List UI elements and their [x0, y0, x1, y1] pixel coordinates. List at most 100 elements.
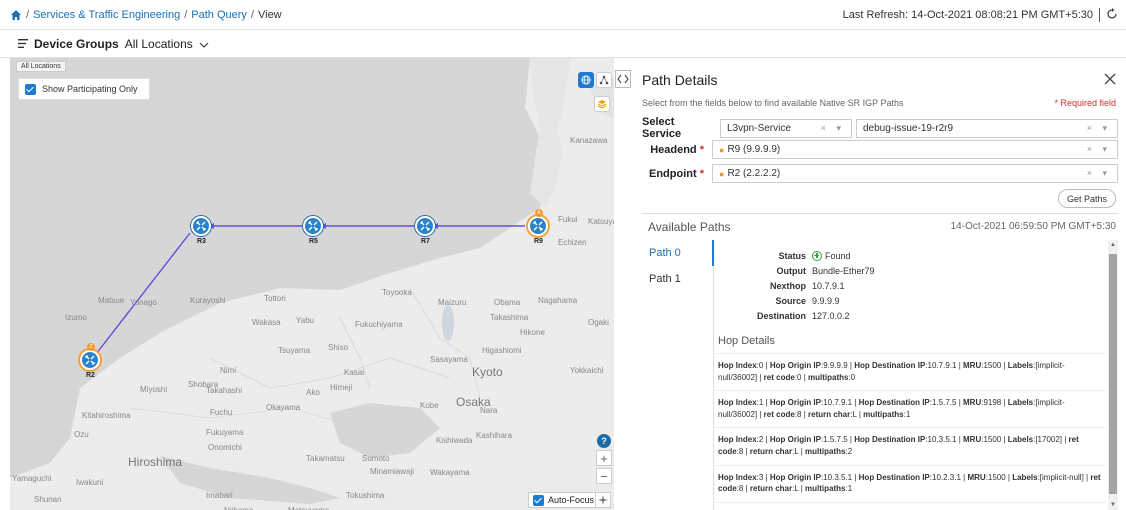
map-place-label: Okayama — [266, 403, 301, 412]
topology-icon[interactable] — [596, 72, 612, 88]
zoom-in-button[interactable]: + — [596, 450, 612, 466]
service-name-select[interactable]: debug-issue-19-r2r9 × ▾ — [856, 118, 1118, 138]
get-paths-button[interactable]: Get Paths — [1057, 189, 1116, 208]
map-place-label: Tsuyama — [278, 346, 311, 355]
map-place-label: Kanazawa — [570, 136, 608, 145]
endpoint-row: Endpoint * ● R2 (2.2.2.2) × ▾ — [642, 164, 1118, 183]
headend-label: Headend * — [650, 143, 704, 156]
recenter-icon[interactable] — [595, 492, 611, 508]
map-place-label: Kyoto — [472, 365, 503, 379]
auto-focus-toggle[interactable]: Auto-Focus — [528, 492, 600, 508]
path-details-panel: Path Details Select from the fields belo… — [632, 58, 1126, 510]
map-place-label: Ogaki — [588, 318, 609, 327]
map-place-label: Shobara — [188, 380, 219, 389]
refresh-icon[interactable] — [1106, 7, 1118, 23]
zoom-out-button[interactable]: − — [596, 468, 612, 484]
breadcrumb-current: View — [257, 8, 282, 21]
help-icon[interactable]: ? — [597, 434, 611, 448]
source-row: Source 9.9.9.9 — [775, 295, 840, 306]
show-participating-label: Show Participating Only — [42, 84, 138, 94]
map-place-label: Katsuyama — [588, 217, 614, 226]
map-place-label: Shiso — [328, 343, 349, 352]
device-groups-label: Device Groups — [34, 36, 119, 51]
endpoint-badge: A — [535, 209, 543, 217]
map-place-label: Nagahama — [538, 296, 578, 305]
scroll-up-icon[interactable]: ▲ — [1108, 242, 1118, 248]
breadcrumb-services[interactable]: Services & Traffic Engineering — [33, 9, 180, 21]
endpoint-select[interactable]: ● R2 (2.2.2.2) × ▾ — [712, 164, 1118, 183]
headend-select[interactable]: ● R9 (9.9.9.9) × ▾ — [712, 140, 1118, 159]
globe-icon[interactable] — [578, 72, 594, 88]
map-place-label: Fukuyama — [206, 428, 244, 437]
top-bar: / Services & Traffic Engineering / Path … — [0, 0, 1126, 30]
map-place-label: Wakayama — [430, 468, 470, 477]
map-view-toggle — [578, 72, 612, 88]
map-place-label: Fuchu — [210, 408, 233, 417]
clear-chevron-icon[interactable]: × ▾ — [1087, 144, 1111, 155]
checkbox-checked-icon[interactable] — [25, 83, 36, 95]
status-row: Status Found — [778, 250, 851, 261]
layers-icon[interactable] — [594, 96, 610, 112]
map-place-label: Hikone — [520, 328, 545, 337]
location-pin-icon: ● — [719, 144, 725, 155]
map-place-label: Takamatsu — [306, 454, 345, 463]
device-groups-bar[interactable]: Device Groups All Locations — [0, 30, 1126, 58]
map-place-label: Fukui — [558, 215, 578, 224]
clear-chevron-icon[interactable]: × ▾ — [1087, 123, 1111, 134]
map-place-label: Matsue — [98, 296, 125, 305]
available-paths-heading: Available Paths — [648, 220, 731, 234]
hop-row: Hop Index:3 | Hop Origin IP:10.3.5.1 | H… — [714, 466, 1106, 503]
clear-chevron-icon[interactable]: × ▾ — [821, 123, 845, 134]
map-place-label: Ozu — [74, 430, 89, 439]
close-icon[interactable] — [1104, 70, 1116, 88]
list-icon — [18, 37, 28, 51]
path-tabs: Path 0 Path 1 — [640, 240, 714, 510]
show-participating-toggle[interactable]: Show Participating Only — [18, 78, 150, 100]
tab-path-0[interactable]: Path 0 — [640, 240, 714, 266]
checkbox-checked-icon[interactable] — [533, 494, 544, 506]
hop-row: Hop Index:4 | Hop Origin IP:10.2.3.1 | M… — [714, 503, 1106, 510]
scroll-down-icon[interactable]: ▼ — [1108, 502, 1118, 508]
select-service-label: Select Service — [642, 116, 682, 140]
router-node-r5[interactable] — [303, 216, 323, 236]
topology-map[interactable]: Kanazawa Fukui Katsuyama Echizen Matsue Yonag… — [10, 58, 614, 510]
location-tag: All Locations — [16, 61, 66, 72]
tab-path-1[interactable]: Path 1 — [640, 266, 713, 292]
scrollbar[interactable]: ▲ ▼ — [1108, 240, 1118, 510]
found-plus-icon — [812, 250, 822, 261]
map-place-label: Imabari — [206, 491, 233, 500]
router-node-r7[interactable] — [415, 216, 435, 236]
required-note: * Required field — [1054, 98, 1116, 108]
map-place-label: Kobe — [420, 401, 439, 410]
map-place-label: Miyoshi — [140, 385, 168, 394]
map-place-label: Obama — [494, 298, 521, 307]
collapse-panel-button[interactable] — [615, 70, 631, 88]
map-place-label: Wakasa — [252, 318, 281, 327]
router-node-r9[interactable] — [528, 216, 548, 236]
status-badge: Found — [825, 250, 851, 261]
map-place-label: Kurayoshi — [190, 296, 226, 305]
router-icon — [308, 221, 318, 231]
home-icon[interactable] — [10, 9, 22, 21]
available-paths-time: 14-Oct-2021 06:59:50 PM GMT+5:30 — [950, 221, 1116, 232]
device-groups-value[interactable]: All Locations — [125, 37, 193, 51]
panel-title: Path Details — [642, 72, 718, 88]
map-place-label: Sumoto — [362, 454, 390, 463]
auto-focus-label: Auto-Focus — [548, 495, 595, 505]
router-node-r2[interactable] — [80, 350, 100, 370]
map-background — [10, 58, 614, 510]
select-service-row: Select Service L3vpn-Service × ▾ debug-i… — [642, 116, 1118, 140]
service-type-select[interactable]: L3vpn-Service × ▾ — [720, 118, 852, 138]
path-summary: Status Found Output Bundle-Ether79 Nexth… — [714, 240, 1106, 323]
map-place-label: Iwakuni — [76, 478, 104, 487]
map-place-label: Matsuyama — [288, 506, 329, 510]
scrollbar-thumb[interactable] — [1109, 254, 1117, 494]
clear-chevron-icon[interactable]: × ▾ — [1087, 168, 1111, 179]
chevron-down-icon[interactable] — [199, 37, 209, 51]
nexthop-row: Nexthop 10.7.9.1 — [770, 280, 845, 291]
breadcrumb-path-query[interactable]: Path Query — [191, 9, 247, 21]
map-place-label: Yabu — [296, 316, 315, 325]
router-node-r3[interactable] — [191, 216, 211, 236]
map-place-label: Minamiawaji — [370, 467, 415, 476]
map-place-label: Ako — [306, 388, 320, 397]
